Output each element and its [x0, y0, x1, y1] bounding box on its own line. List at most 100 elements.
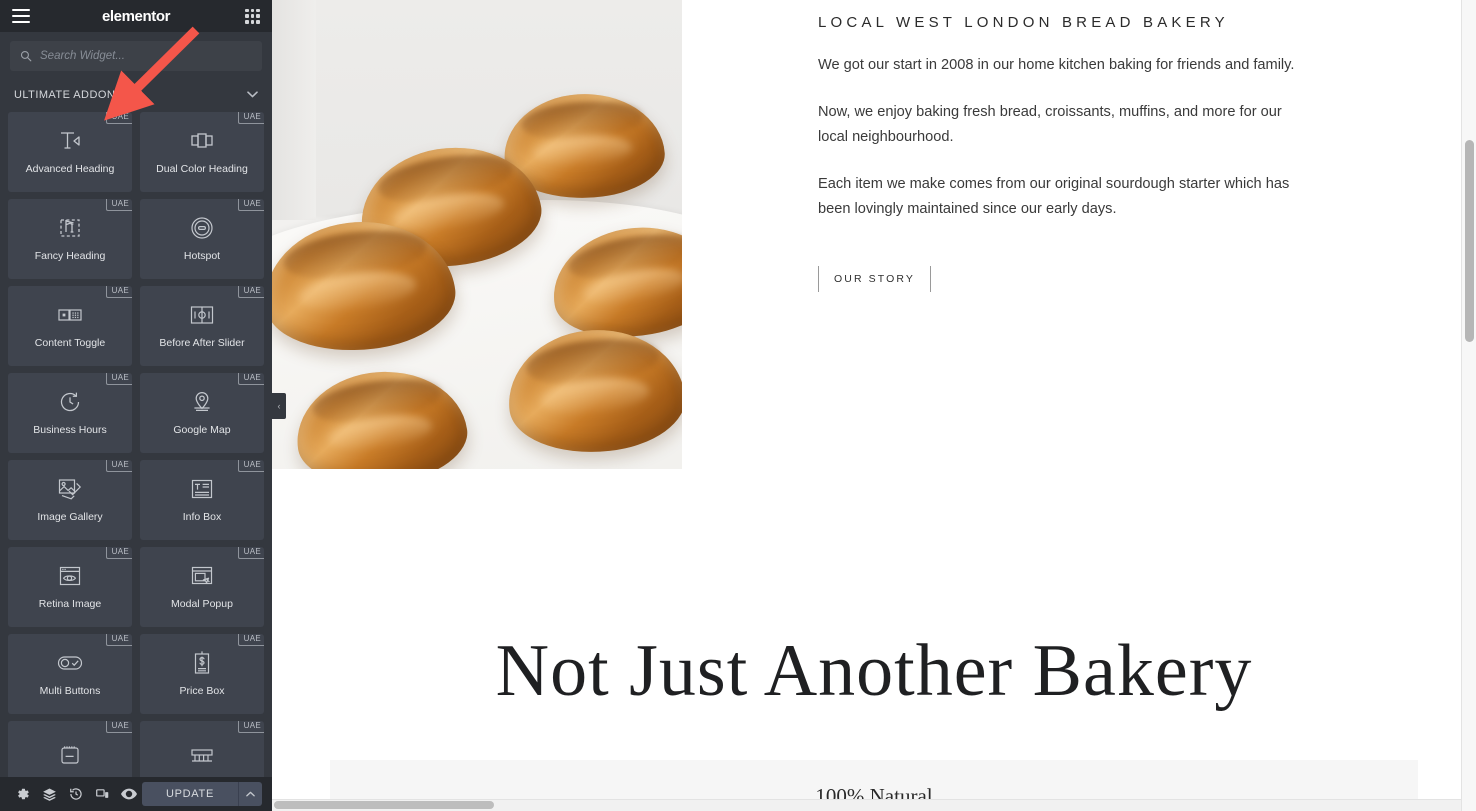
- widget-label: Google Map: [173, 423, 231, 436]
- section-header-ultimate-addons[interactable]: ULTIMATE ADDONS: [0, 79, 272, 112]
- advanced-heading-icon: [57, 128, 83, 154]
- widget-grid: UAE Advanced Heading UAE Dual Color Head…: [8, 111, 264, 777]
- panel-header: elementor: [0, 0, 272, 32]
- partial-widget-icon-left: [58, 743, 82, 769]
- widget-list-scroll[interactable]: UAE Advanced Heading UAE Dual Color Head…: [0, 111, 272, 777]
- uae-badge: UAE: [237, 459, 264, 473]
- widget-label: Dual Color Heading: [156, 162, 248, 175]
- gear-icon[interactable]: [10, 777, 36, 811]
- uae-badge: UAE: [105, 720, 132, 734]
- widget-card-info-box[interactable]: UAE Info Box: [140, 459, 264, 540]
- uae-badge: UAE: [105, 633, 132, 647]
- preview-canvas[interactable]: LOCAL WEST LONDON BREAD BAKERY We got ou…: [272, 0, 1476, 811]
- preview-horizontal-scrollbar[interactable]: [272, 799, 1461, 811]
- widget-label: Before After Slider: [159, 336, 245, 349]
- widget-label: Business Hours: [33, 423, 107, 436]
- uae-badge: UAE: [237, 720, 264, 734]
- price-box-icon: [192, 650, 212, 676]
- multi-buttons-icon: [56, 650, 84, 676]
- widget-label: Modal Popup: [171, 597, 233, 610]
- our-story-button[interactable]: OUR STORY: [818, 266, 931, 293]
- hero-text-block: LOCAL WEST LONDON BREAD BAKERY We got ou…: [682, 0, 1476, 469]
- content-toggle-icon: [57, 302, 83, 328]
- widget-label: Advanced Heading: [25, 162, 115, 175]
- retina-image-icon: [57, 563, 83, 589]
- preview-horizontal-scroll-thumb[interactable]: [274, 801, 494, 809]
- hotspot-icon: [190, 215, 214, 241]
- update-options-caret-icon[interactable]: [238, 782, 262, 806]
- widget-label: Content Toggle: [34, 336, 106, 349]
- widget-label: Image Gallery: [37, 510, 103, 523]
- business-hours-icon: [58, 389, 82, 415]
- uae-badge: UAE: [237, 546, 264, 560]
- widget-card-fancy-heading[interactable]: UAE Fancy Heading: [8, 198, 132, 279]
- hero-paragraph-3: Each item we make comes from our origina…: [818, 176, 1290, 218]
- wall-edge: [272, 0, 316, 220]
- panel-footer: UPDATE: [0, 777, 272, 811]
- elementor-editor: elementor ULTIMATE ADDONS: [0, 0, 1476, 811]
- preview-vertical-scrollbar[interactable]: [1461, 0, 1476, 811]
- widget-label: Info Box: [182, 510, 222, 523]
- section-heading-not-just-another-bakery: Not Just Another Bakery: [495, 630, 1253, 712]
- panel-collapse-handle[interactable]: ‹: [272, 393, 286, 419]
- uae-badge: UAE: [237, 633, 264, 647]
- image-gallery-icon: [57, 476, 83, 502]
- search-icon: [20, 50, 32, 62]
- history-icon[interactable]: [63, 777, 89, 811]
- fancy-heading-icon: [58, 215, 82, 241]
- our-story-label: OUR STORY: [834, 273, 915, 286]
- widget-card-advanced-heading[interactable]: UAE Advanced Heading: [8, 111, 132, 192]
- update-button-group: UPDATE: [141, 782, 262, 806]
- uae-badge: UAE: [105, 111, 132, 125]
- google-map-icon: [190, 389, 214, 415]
- dual-color-heading-icon: [189, 128, 215, 154]
- widget-label: Fancy Heading: [34, 249, 106, 262]
- update-button[interactable]: UPDATE: [141, 782, 238, 806]
- widget-card-partial-left[interactable]: UAE: [8, 720, 132, 777]
- hero-section: LOCAL WEST LONDON BREAD BAKERY We got ou…: [272, 0, 1476, 469]
- apps-grid-icon[interactable]: [245, 8, 260, 24]
- eye-preview-icon[interactable]: [116, 777, 142, 811]
- widget-card-content-toggle[interactable]: UAE Content Toggle: [8, 285, 132, 366]
- uae-badge: UAE: [105, 198, 132, 212]
- elementor-logo: elementor: [101, 7, 171, 25]
- uae-badge: UAE: [237, 111, 264, 125]
- widget-card-business-hours[interactable]: UAE Business Hours: [8, 372, 132, 453]
- widget-label: Retina Image: [38, 597, 102, 610]
- widget-card-dual-color-heading[interactable]: UAE Dual Color Heading: [140, 111, 264, 192]
- layers-icon[interactable]: [36, 777, 62, 811]
- widget-card-modal-popup[interactable]: UAE Modal Popup: [140, 546, 264, 627]
- search-box[interactable]: [10, 41, 262, 71]
- hero-paragraph-1: We got our start in 2008 in our home kit…: [818, 57, 1295, 73]
- widget-card-partial-right[interactable]: UAE: [140, 720, 264, 777]
- before-after-slider-icon: [189, 302, 215, 328]
- widget-card-before-after-slider[interactable]: UAE Before After Slider: [140, 285, 264, 366]
- preview-vertical-scroll-thumb[interactable]: [1465, 140, 1474, 342]
- uae-badge: UAE: [105, 459, 132, 473]
- editor-panel: elementor ULTIMATE ADDONS: [0, 0, 286, 811]
- widget-card-multi-buttons[interactable]: UAE Multi Buttons: [8, 633, 132, 714]
- uae-badge: UAE: [237, 198, 264, 212]
- croissants-image: [272, 0, 682, 469]
- widget-card-image-gallery[interactable]: UAE Image Gallery: [8, 459, 132, 540]
- widget-label: Price Box: [179, 684, 225, 697]
- chevron-down-icon: [247, 90, 258, 101]
- search-input[interactable]: [40, 50, 252, 62]
- info-box-icon: [189, 476, 215, 502]
- hero-eyebrow-heading: LOCAL WEST LONDON BREAD BAKERY: [818, 14, 1229, 31]
- uae-badge: UAE: [237, 372, 264, 386]
- search-section: [0, 32, 272, 79]
- widget-card-price-box[interactable]: UAE Price Box: [140, 633, 264, 714]
- uae-badge: UAE: [105, 285, 132, 299]
- uae-badge: UAE: [105, 372, 132, 386]
- widget-card-retina-image[interactable]: UAE Retina Image: [8, 546, 132, 627]
- widget-card-hotspot[interactable]: UAE Hotspot: [140, 198, 264, 279]
- responsive-mode-icon[interactable]: [89, 777, 115, 811]
- widget-label: Hotspot: [183, 249, 221, 262]
- modal-popup-icon: [189, 563, 215, 589]
- hero-paragraph-2: Now, we enjoy baking fresh bread, croiss…: [818, 104, 1282, 146]
- hamburger-icon[interactable]: [12, 9, 30, 23]
- uae-badge: UAE: [105, 546, 132, 560]
- uae-badge: UAE: [237, 285, 264, 299]
- widget-card-google-map[interactable]: UAE Google Map: [140, 372, 264, 453]
